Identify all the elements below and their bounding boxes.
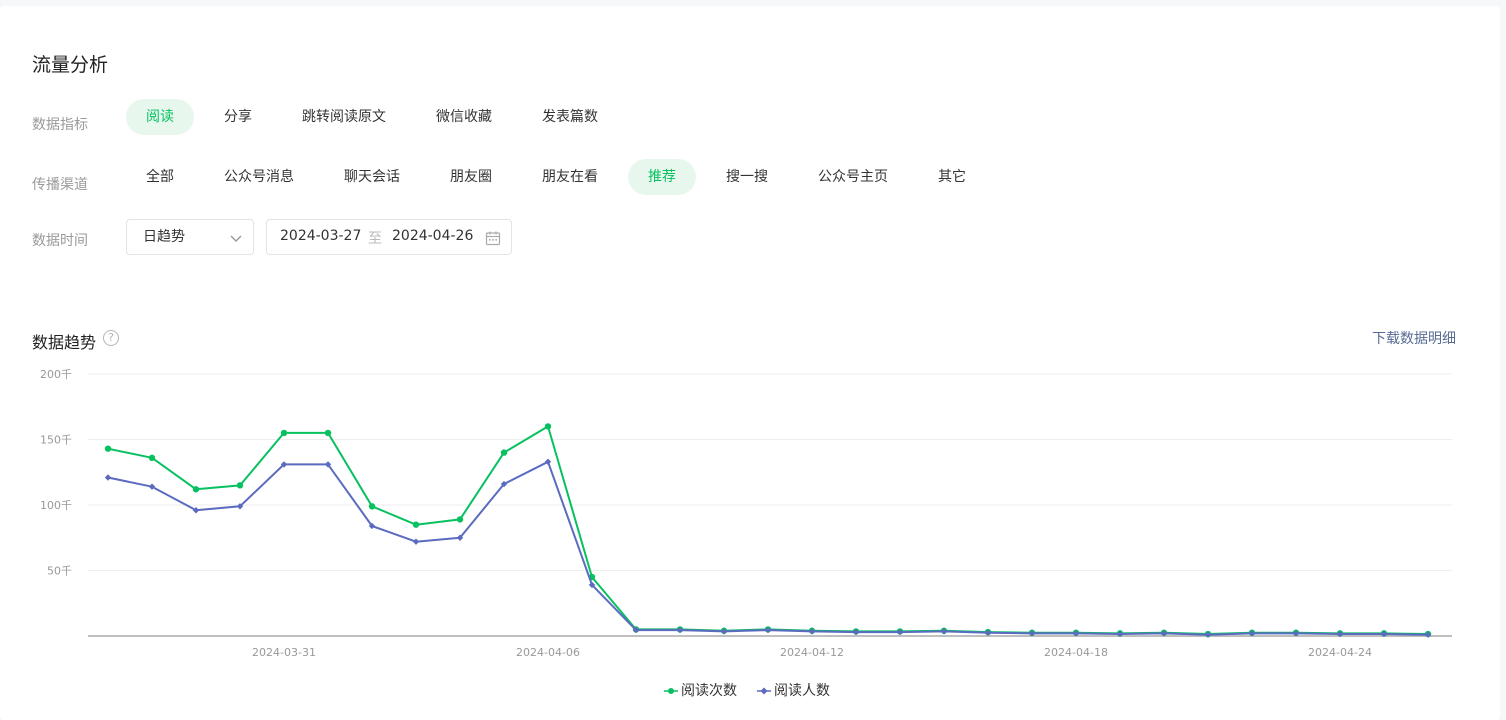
- data-point: [104, 445, 112, 452]
- channel-tab-account-message[interactable]: 公众号消息: [204, 159, 314, 195]
- download-details-link[interactable]: 下载数据明细: [1372, 328, 1456, 348]
- legend-marker-reads: [664, 688, 678, 694]
- series-line-1: [107, 460, 1429, 636]
- page-title: 流量分析: [32, 54, 109, 76]
- start-date[interactable]: 2024-03-27: [280, 228, 361, 244]
- y-tick-label: 150千: [40, 434, 72, 447]
- metric-tab-read[interactable]: 阅读: [126, 99, 194, 135]
- data-point: [456, 516, 464, 523]
- data-point: [192, 486, 200, 493]
- metric-tab-favorite[interactable]: 微信收藏: [416, 99, 512, 135]
- metric-tab-share[interactable]: 分享: [204, 99, 272, 135]
- x-tick-label: 2024-03-31: [252, 646, 316, 659]
- channel-tab-moments[interactable]: 朋友圈: [430, 159, 512, 195]
- y-tick-label: 50千: [47, 565, 72, 578]
- x-tick-label: 2024-04-06: [516, 646, 580, 659]
- metric-tab-jump-original[interactable]: 跳转阅读原文: [282, 99, 406, 135]
- x-tick-label: 2024-04-24: [1308, 646, 1372, 659]
- x-tick-label: 2024-04-12: [780, 646, 844, 659]
- data-point: [148, 454, 156, 462]
- data-point: [412, 538, 420, 545]
- legend-label-readers: 阅读人数: [774, 683, 830, 699]
- data-point: [544, 423, 552, 430]
- legend-label-reads: 阅读次数: [681, 683, 737, 699]
- channel-tab-other[interactable]: 其它: [918, 159, 986, 195]
- channels-label: 传播渠道: [32, 177, 88, 193]
- legend-marker-readers: [757, 687, 771, 695]
- channel-tab-account-homepage[interactable]: 公众号主页: [798, 159, 908, 195]
- channel-tab-all[interactable]: 全部: [126, 159, 194, 195]
- granularity-select[interactable]: 日趋势: [126, 219, 254, 255]
- channel-tab-friends-watching[interactable]: 朋友在看: [522, 159, 618, 195]
- trend-chart: 50千 100千 150千 200千 2024-03-31 2024-04-06 2024-…: [40, 368, 1452, 659]
- time-label: 数据时间: [32, 233, 88, 249]
- date-separator: 至: [368, 231, 382, 247]
- data-point: [412, 521, 420, 528]
- data-point: [236, 482, 244, 489]
- channel-tab-recommend[interactable]: 推荐: [628, 159, 696, 195]
- series-line-0: [107, 425, 1429, 635]
- data-point: [324, 429, 332, 437]
- granularity-value: 日趋势: [143, 229, 185, 245]
- data-point: [500, 449, 508, 456]
- chevron-down-icon: [230, 235, 242, 242]
- trend-title: 数据趋势: [32, 333, 97, 352]
- traffic-analysis-panel: 流量分析 数据指标 阅读 分享 跳转阅读原文 微信收藏 发表篇数 传播渠道 全部…: [0, 6, 1500, 720]
- channel-tab-search[interactable]: 搜一搜: [706, 159, 788, 195]
- date-range-picker[interactable]: 2024-03-27 至 2024-04-26: [266, 219, 512, 255]
- y-tick-label: 100千: [40, 499, 72, 512]
- channel-tab-chat[interactable]: 聊天会话: [324, 159, 420, 195]
- data-point: [104, 474, 112, 481]
- data-point: [368, 503, 376, 510]
- end-date[interactable]: 2024-04-26: [392, 228, 473, 244]
- x-tick-label: 2024-04-18: [1044, 646, 1108, 659]
- calendar-icon: [485, 231, 501, 246]
- y-tick-label: 200千: [40, 368, 72, 381]
- data-point: [280, 429, 288, 437]
- metrics-label: 数据指标: [32, 117, 88, 133]
- help-icon[interactable]: ?: [103, 330, 119, 346]
- metric-tab-posts[interactable]: 发表篇数: [522, 99, 618, 135]
